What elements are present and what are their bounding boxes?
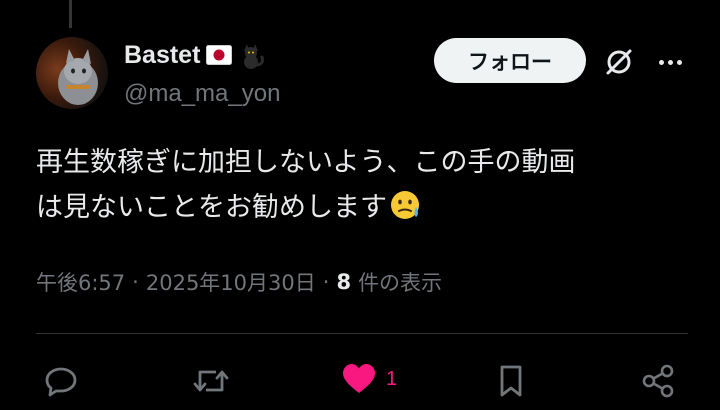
divider: [36, 333, 688, 334]
avatar[interactable]: [36, 37, 108, 109]
cat-avatar-image: [58, 49, 98, 105]
bookmark-button[interactable]: [491, 361, 531, 401]
follow-button[interactable]: フォロー: [434, 38, 586, 83]
more-options-icon[interactable]: [652, 48, 688, 76]
heart-icon: [343, 364, 375, 393]
black-cat-emoji: [244, 44, 265, 69]
japan-flag-emoji: [206, 45, 233, 65]
retweet-button[interactable]: [191, 361, 231, 401]
views-count[interactable]: 8: [336, 270, 351, 294]
meta-separator: ·: [132, 270, 139, 294]
reply-button[interactable]: [42, 361, 82, 401]
meta-separator: ·: [322, 270, 330, 294]
bookmark-icon: [500, 365, 522, 397]
views-label[interactable]: 件の表示: [358, 267, 442, 297]
author-handle[interactable]: @ma_ma_yon: [124, 80, 280, 108]
face-holding-back-tears-emoji: [391, 191, 419, 219]
tweet-body: 再生数稼ぎに加担しないよう、この手の動画 は見ないことをお勧めします: [36, 147, 576, 223]
share-icon: [642, 364, 674, 398]
like-button[interactable]: 1: [340, 361, 397, 397]
retweet-icon: [193, 370, 229, 392]
tweet-text: 再生数稼ぎに加担しないよう、この手の動画 は見ないことをお勧めします: [36, 140, 696, 230]
tweet-meta: 午後6:57 · 2025年10月30日 · 8 件の表示: [36, 267, 442, 297]
like-count: 1: [386, 367, 398, 390]
share-button[interactable]: [638, 361, 678, 401]
tweet-time[interactable]: 午後6:57: [36, 267, 125, 297]
author-name-row[interactable]: Bastet: [124, 40, 266, 70]
thread-connector-line: [69, 0, 72, 28]
reply-icon: [45, 367, 77, 397]
display-name[interactable]: Bastet: [124, 41, 200, 70]
grok-icon[interactable]: [601, 44, 637, 80]
tweet-date[interactable]: 2025年10月30日: [146, 267, 316, 297]
